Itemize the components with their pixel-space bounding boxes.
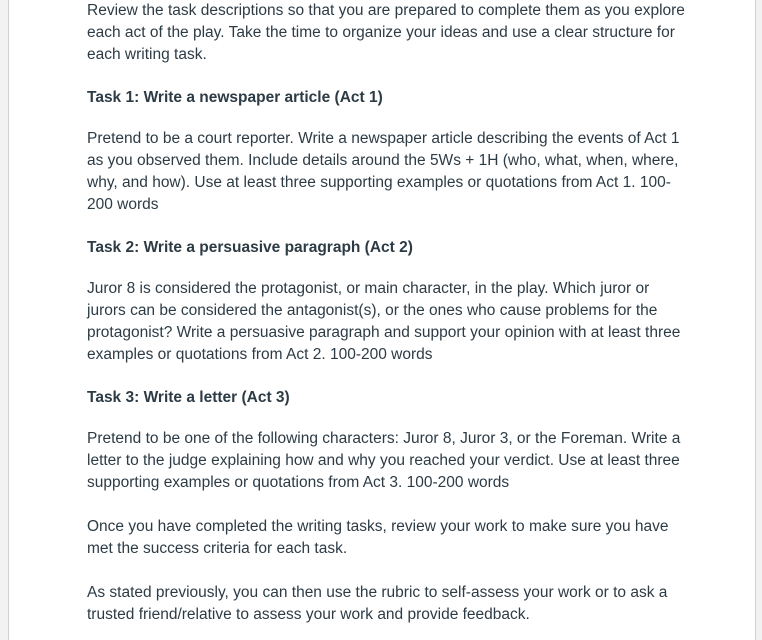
page: Review the task descriptions so that you…	[0, 0, 762, 640]
assignment-content: Review the task descriptions so that you…	[87, 0, 687, 626]
task-1-heading: Task 1: Write a newspaper article (Act 1…	[87, 89, 383, 106]
task-1-description: Pretend to be a court reporter. Write a …	[87, 130, 680, 213]
review-paragraph: Once you have completed the writing task…	[87, 518, 669, 557]
content-panel: Review the task descriptions so that you…	[8, 0, 756, 640]
intro-paragraph: Review the task descriptions so that you…	[87, 2, 685, 63]
task-2-description: Juror 8 is considered the protagonist, o…	[87, 280, 681, 363]
closing-paragraph: As stated previously, you can then use t…	[87, 584, 668, 623]
task-3-description: Pretend to be one of the following chara…	[87, 430, 681, 491]
task-3-heading: Task 3: Write a letter (Act 3)	[87, 389, 290, 406]
task-2-heading: Task 2: Write a persuasive paragraph (Ac…	[87, 239, 413, 256]
